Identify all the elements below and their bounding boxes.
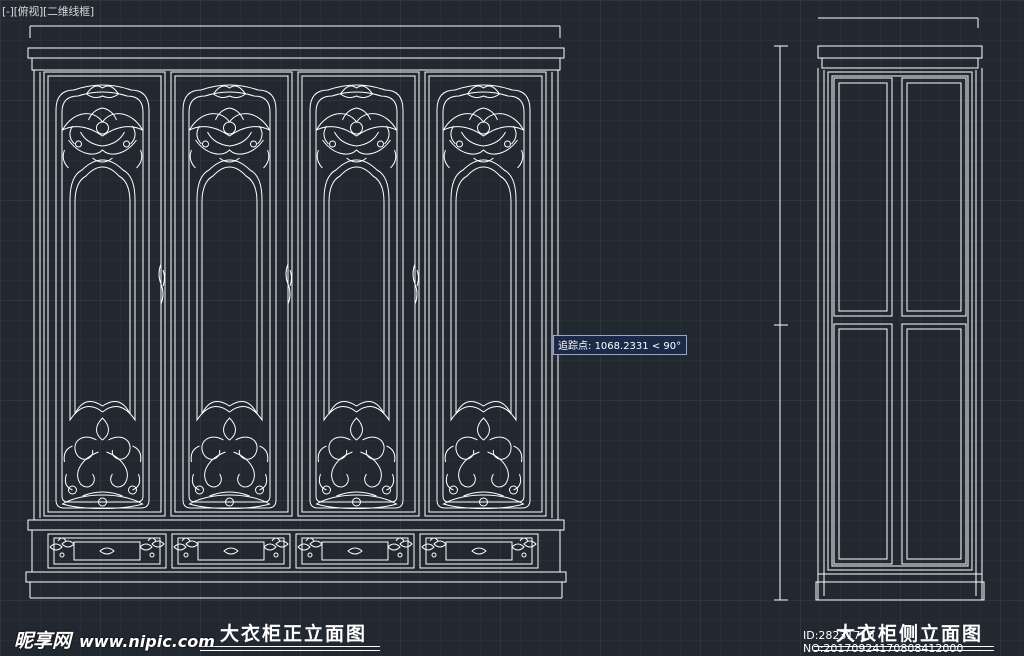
front-title-underline [200, 646, 380, 647]
watermark-site: www.nipic.com [79, 632, 215, 651]
tooltip-value: 1068.2331 [594, 341, 649, 352]
tooltip-angle: < 90° [651, 341, 682, 352]
watermark-brand: 昵享网 [14, 630, 72, 652]
viewport-label[interactable]: [-][俯视][二维线框] [2, 3, 94, 19]
front-title-underline-2 [200, 650, 380, 651]
watermark-logo: 昵享网 www.nipic.com [14, 626, 215, 653]
tooltip-label: 追踪点: [558, 341, 592, 352]
watermark-image-id: ID:28231710 NO:20170924170808412000 [803, 629, 964, 655]
tracking-tooltip: 追踪点: 1068.2331 < 90° [553, 335, 688, 355]
cad-canvas[interactable] [0, 0, 1024, 656]
front-elevation-title: 大衣柜正立面图 [220, 623, 368, 645]
